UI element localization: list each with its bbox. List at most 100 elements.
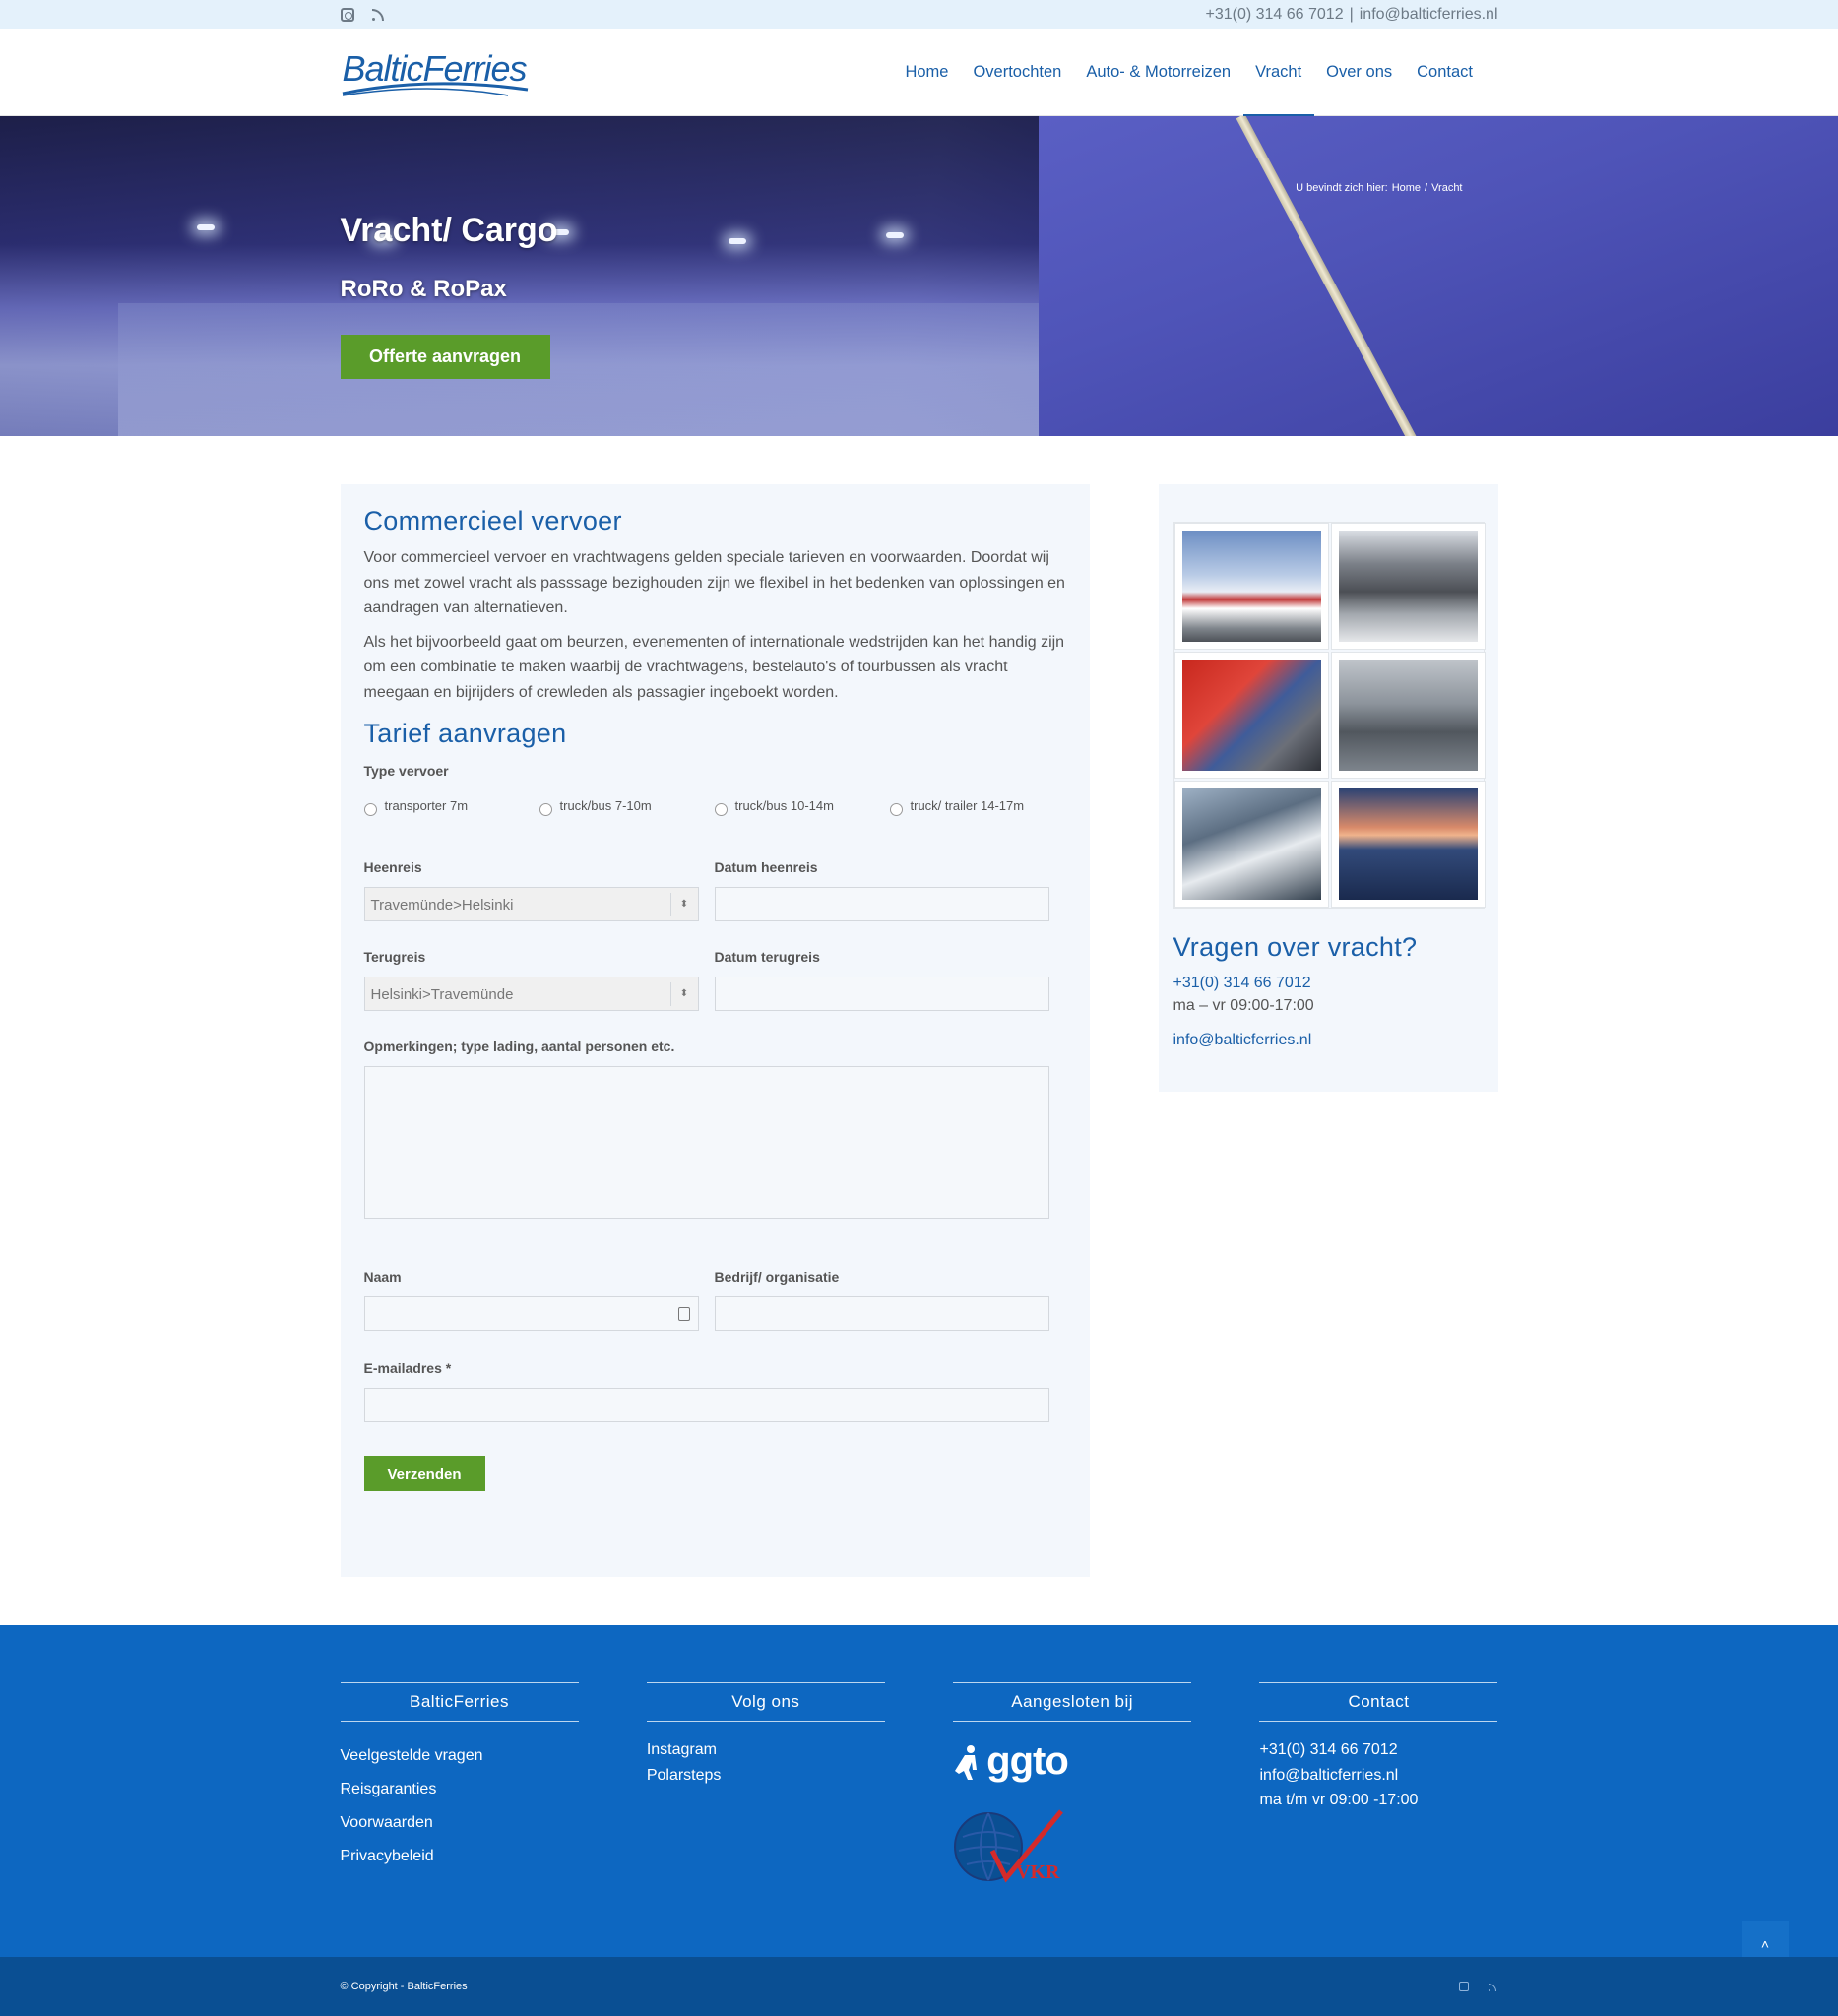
footer-link-voorwaarden[interactable]: Voorwaarden	[341, 1814, 433, 1831]
datum-terugreis-input[interactable]	[714, 976, 1049, 1011]
radio-circle-icon[interactable]	[539, 803, 552, 816]
footer-col-aangesloten: Aangesloten bij ggto VKR	[953, 1682, 1192, 1886]
top-contact: +31(0) 314 66 7012 | info@balticferries.…	[1205, 6, 1497, 24]
heenreis-value: Travemünde>Helsinki	[370, 897, 514, 914]
terugreis-label: Terugreis	[363, 949, 426, 965]
radio-transporter[interactable]: transporter 7m	[363, 798, 539, 816]
rss-icon[interactable]	[371, 8, 385, 22]
nav-auto-motorreizen[interactable]: Auto- & Motorreizen	[1074, 29, 1243, 115]
footer-col-volg-ons: Volg ons Instagram Polarsteps	[646, 1682, 885, 1886]
ggto-text: ggto	[986, 1739, 1069, 1783]
gallery-thumb[interactable]	[1330, 523, 1486, 650]
terugreis-value: Helsinki>Travemünde	[370, 986, 514, 1003]
radio-truck-7-10[interactable]: truck/bus 7-10m	[539, 798, 715, 816]
gallery-thumb[interactable]	[1173, 523, 1329, 650]
opmerkingen-label: Opmerkingen; type lading, aantal persone…	[363, 1039, 675, 1054]
naam-row: Naam Bedrijf/ organisatie	[363, 1269, 1066, 1331]
select-arrows-icon: ⬍	[669, 982, 698, 1006]
select-arrows-icon: ⬍	[669, 893, 698, 916]
social-icons	[340, 7, 385, 22]
site-footer: BalticFerries Veelgestelde vragen Reisga…	[0, 1625, 1838, 1957]
tarief-form: Type vervoer transporter 7m truck/bus 7-…	[363, 763, 1066, 1491]
heenreis-select[interactable]: Travemünde>Helsinki ⬍	[363, 887, 699, 921]
email-input[interactable]	[363, 1388, 1049, 1422]
naam-label: Naam	[363, 1269, 402, 1285]
content-box: Commercieel vervoer Voor commercieel ver…	[340, 484, 1090, 1577]
email-label: E-mailadres *	[363, 1360, 452, 1376]
opmerkingen-textarea[interactable]	[363, 1066, 1049, 1219]
sidebar-heading: Vragen over vracht?	[1173, 932, 1418, 962]
copyright: © Copyright - BalticFerries	[340, 1981, 468, 1992]
footer-col-balticferries: BalticFerries Veelgestelde vragen Reisga…	[340, 1682, 579, 1886]
datum-heenreis-label: Datum heenreis	[714, 859, 818, 875]
datum-heenreis-input[interactable]	[714, 887, 1049, 921]
heading-tarief: Tarief aanvragen	[363, 719, 567, 748]
svg-text:VKR: VKR	[1016, 1861, 1060, 1883]
gallery-thumb[interactable]	[1330, 781, 1486, 908]
footer-link-privacy[interactable]: Privacybeleid	[341, 1848, 434, 1864]
footer-col-title: BalticFerries	[340, 1682, 579, 1722]
footer-phone-link[interactable]: +31(0) 314 66 7012	[1259, 1741, 1397, 1758]
verzenden-button[interactable]: Verzenden	[363, 1456, 485, 1491]
footer-hours: ma t/m vr 09:00 -17:00	[1259, 1792, 1419, 1808]
footer-link-instagram[interactable]: Instagram	[647, 1741, 717, 1758]
sidebar-email-link[interactable]: info@balticferries.nl	[1173, 1032, 1484, 1049]
bottom-social-icons	[1458, 1982, 1498, 1991]
photo-gallery	[1173, 522, 1486, 909]
radio-truck-10-14[interactable]: truck/bus 10-14m	[714, 798, 890, 816]
top-bar: +31(0) 314 66 7012 | info@balticferries.…	[0, 0, 1838, 29]
naam-input[interactable]	[363, 1296, 699, 1331]
footer-email-link[interactable]: info@balticferries.nl	[1259, 1767, 1398, 1784]
instagram-icon[interactable]	[1458, 1982, 1469, 1991]
instagram-icon[interactable]	[340, 7, 354, 22]
breadcrumb-prefix: U bevindt zich hier:	[1296, 182, 1388, 194]
gallery-thumb[interactable]	[1173, 781, 1329, 908]
site-logo[interactable]: BalticFerries	[341, 42, 533, 101]
sidebar: Vragen over vracht? +31(0) 314 66 7012 m…	[1158, 484, 1498, 1092]
heenreis-label: Heenreis	[363, 859, 422, 875]
type-vervoer-label: Type vervoer	[363, 763, 449, 779]
top-email-link[interactable]: info@balticferries.nl	[1360, 6, 1498, 24]
vkr-logo[interactable]: VKR	[953, 1807, 1071, 1886]
heenreis-row: Heenreis Travemünde>Helsinki ⬍ Datum hee…	[363, 859, 1066, 921]
vkr-globe-icon: VKR	[954, 1809, 1064, 1883]
footer-link-polarsteps[interactable]: Polarsteps	[647, 1767, 722, 1784]
footer-col-contact: Contact +31(0) 314 66 7012 info@balticfe…	[1259, 1682, 1498, 1886]
nav-vracht[interactable]: Vracht	[1242, 29, 1314, 116]
footer-col-title: Aangesloten bij	[953, 1682, 1192, 1722]
radio-circle-icon[interactable]	[889, 803, 903, 816]
rss-icon[interactable]	[1488, 1982, 1498, 1991]
radio-label: truck/bus 10-14m	[734, 798, 834, 813]
bedrijf-input[interactable]	[714, 1296, 1049, 1331]
nav-contact[interactable]: Contact	[1405, 29, 1486, 115]
terugreis-select[interactable]: Helsinki>Travemünde ⬍	[363, 976, 699, 1011]
sidebar-phone-link[interactable]: +31(0) 314 66 7012	[1173, 975, 1484, 992]
nav-home[interactable]: Home	[893, 29, 961, 115]
sidebar-hours: ma – vr 09:00-17:00	[1173, 997, 1314, 1014]
site-header: BalticFerries Home Overtochten Auto- & M…	[0, 29, 1838, 116]
ggto-logo[interactable]: ggto	[953, 1739, 1191, 1784]
top-phone-link[interactable]: +31(0) 314 66 7012	[1205, 6, 1343, 24]
bedrijf-label: Bedrijf/ organisatie	[714, 1269, 840, 1285]
radio-label: truck/ trailer 14-17m	[910, 798, 1025, 813]
radio-circle-icon[interactable]	[363, 803, 377, 816]
bottom-bar: © Copyright - BalticFerries	[0, 1957, 1838, 2016]
radio-trailer-14-17[interactable]: truck/ trailer 14-17m	[889, 798, 1065, 816]
radio-label: truck/bus 7-10m	[559, 798, 652, 813]
nav-over-ons[interactable]: Over ons	[1314, 29, 1405, 115]
footer-link-faq[interactable]: Veelgestelde vragen	[341, 1747, 483, 1764]
nav-overtochten[interactable]: Overtochten	[961, 29, 1074, 115]
terugreis-row: Terugreis Helsinki>Travemünde ⬍ Datum te…	[363, 949, 1066, 1011]
radio-circle-icon[interactable]	[714, 803, 728, 816]
footer-col-title: Volg ons	[646, 1682, 885, 1722]
offerte-button[interactable]: Offerte aanvragen	[340, 335, 550, 379]
footer-link-reisgaranties[interactable]: Reisgaranties	[341, 1781, 437, 1797]
gallery-thumb[interactable]	[1173, 652, 1329, 779]
main-content: Commercieel vervoer Voor commercieel ver…	[0, 436, 1838, 1577]
type-vervoer-radios: transporter 7m truck/bus 7-10m truck/bus…	[363, 798, 1066, 816]
intro-paragraph-2: Als het bijvoorbeeld gaat om beurzen, ev…	[363, 633, 1065, 701]
breadcrumb-home[interactable]: Home	[1392, 182, 1421, 194]
gallery-thumb[interactable]	[1330, 652, 1486, 779]
ggto-traveller-icon	[955, 1744, 978, 1780]
breadcrumb-current: Vracht	[1431, 182, 1463, 194]
